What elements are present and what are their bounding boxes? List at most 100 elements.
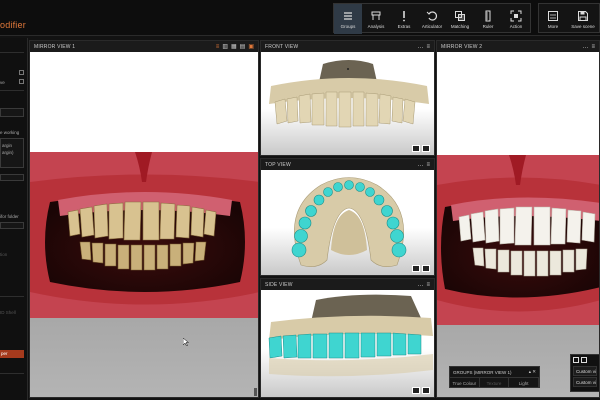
layout-icon[interactable]: ▥ <box>222 44 228 50</box>
sidebar-list-item[interactable]: argin) <box>2 150 14 155</box>
groups-button[interactable]: Groups <box>334 4 362 34</box>
top-view-panel[interactable]: TOP VIEW … ≡ <box>260 158 435 276</box>
panel-title: TOP VIEW <box>265 161 291 168</box>
sidebar-label: tion <box>0 252 8 257</box>
view-toggle-group <box>412 387 430 394</box>
sidebar-checkbox[interactable] <box>19 79 24 84</box>
layout-icon[interactable]: ▦ <box>231 44 237 50</box>
view-toggle-group <box>412 265 430 272</box>
view-toggle[interactable] <box>581 357 587 363</box>
sidebar-list[interactable]: argin argin) <box>0 138 24 168</box>
panel-header-icons: ≡ ▥ ▦ ▤ ▣ <box>216 44 254 50</box>
panel-title: FRONT VIEW <box>265 43 299 50</box>
light-button[interactable]: Light <box>509 377 540 388</box>
texture-button[interactable]: Texture <box>479 377 510 388</box>
groups-popup-title: GROUPS (MIRROR VIEW 1) <box>453 369 512 375</box>
view-toggle[interactable] <box>412 265 420 272</box>
close-icon[interactable]: ✕ <box>532 369 536 374</box>
analysis-button[interactable]: Analysis <box>362 4 390 34</box>
groups-popup-buttons: True Colour Texture Light <box>450 377 540 388</box>
intraoral-photo-natural <box>30 152 258 318</box>
front-view-viewport[interactable] <box>261 52 434 155</box>
view-toggle[interactable] <box>422 265 430 272</box>
more-icon[interactable]: … <box>582 44 588 50</box>
panel-scrollbar[interactable] <box>254 388 257 396</box>
hamburger-icon[interactable]: ≡ <box>426 44 430 50</box>
articulator-button[interactable]: Articulator <box>418 4 446 34</box>
action-icon <box>510 10 522 21</box>
side-view-panel[interactable]: SIDE VIEW … ≡ <box>260 278 435 398</box>
side-view-viewport[interactable] <box>261 290 434 397</box>
mirror-view-2-panel[interactable]: MIRROR VIEW 2 … ≡ <box>436 40 600 398</box>
more-button[interactable]: More <box>539 4 567 34</box>
viewport-floor <box>30 318 258 397</box>
mirror-view-1-viewport[interactable] <box>30 52 258 397</box>
main-tools-group: Groups Analysis Extras Articulator Match… <box>333 3 531 34</box>
left-sidebar: ve e working argin argin) ifor folder ti… <box>0 38 28 400</box>
sidebar-input[interactable] <box>0 222 24 229</box>
custom-view-button[interactable]: Custom view <box>573 377 597 387</box>
mirror-view-2-viewport[interactable] <box>437 52 599 397</box>
groups-popup-header: GROUPS (MIRROR VIEW 1) ▴ ✕ <box>450 367 539 377</box>
sidebar-divider <box>0 373 24 374</box>
sidebar-label: ID Shell <box>0 310 16 315</box>
more-icon[interactable]: … <box>417 162 423 168</box>
true-colour-button[interactable]: True Colour <box>450 377 480 388</box>
grid-icon[interactable]: ▤ <box>240 44 246 50</box>
panel-header-icons: … ≡ <box>582 44 595 50</box>
ruler-button[interactable]: Ruler <box>474 4 502 34</box>
view-toggle[interactable] <box>412 145 420 152</box>
close-icon[interactable]: ▣ <box>248 44 254 50</box>
sidebar-input[interactable] <box>0 108 24 117</box>
hamburger-icon[interactable]: ≡ <box>426 162 430 168</box>
view-toggle[interactable] <box>422 145 430 152</box>
view-toggle[interactable] <box>422 387 430 394</box>
panel-header-icons: … ≡ <box>417 44 430 50</box>
sidebar-divider <box>0 90 24 91</box>
panel-header-icons: … ≡ <box>417 282 430 288</box>
sidebar-action-button[interactable]: per <box>0 350 24 358</box>
hamburger-icon[interactable]: ≡ <box>426 282 430 288</box>
top-view-viewport[interactable] <box>261 170 434 275</box>
mirror-view-1-panel[interactable]: MIRROR VIEW 1 ≡ ▥ ▦ ▤ ▣ <box>29 40 259 398</box>
extras-button[interactable]: Extras <box>390 4 418 34</box>
viewport-background <box>30 52 258 152</box>
save-scene-button[interactable]: Save scene <box>567 4 599 34</box>
panel-header: FRONT VIEW … ≡ <box>261 41 434 52</box>
sidebar-checkbox[interactable] <box>19 70 24 75</box>
panel-header-icons: … ≡ <box>417 162 430 168</box>
view-toggle[interactable] <box>573 357 579 363</box>
more-icon[interactable]: … <box>417 282 423 288</box>
custom-views-panel: Custom view Custom view <box>570 354 600 392</box>
sidebar-label: ifor folder <box>0 214 19 219</box>
sidebar-divider <box>0 296 24 297</box>
front-view-panel[interactable]: FRONT VIEW … ≡ <box>260 40 435 156</box>
ruler-icon <box>485 10 491 21</box>
matching-button[interactable]: Matching <box>446 4 474 34</box>
custom-view-button[interactable]: Custom view <box>573 366 597 376</box>
matching-icon <box>455 10 465 21</box>
collapse-icon[interactable]: ▴ <box>529 369 531 374</box>
panel-header: MIRROR VIEW 2 … ≡ <box>437 41 599 52</box>
side-scan-model <box>268 294 433 377</box>
hamburger-icon[interactable]: ≡ <box>216 44 220 50</box>
sidebar-label: e working <box>0 130 20 135</box>
more-icon[interactable]: … <box>417 44 423 50</box>
top-toolbar: odifier Groups Analysis Extras Articulat… <box>0 0 600 36</box>
save-icon <box>578 10 588 21</box>
panel-title: MIRROR VIEW 1 <box>34 43 76 50</box>
exclamation-icon <box>403 10 405 21</box>
more-icon <box>548 10 558 21</box>
view-toggle[interactable] <box>412 387 420 394</box>
hamburger-icon[interactable]: ≡ <box>591 44 595 50</box>
groups-popup: GROUPS (MIRROR VIEW 1) ▴ ✕ True Colour T… <box>449 366 540 388</box>
action-button[interactable]: Action <box>502 4 530 34</box>
sidebar-input[interactable] <box>0 174 24 181</box>
popup-controls: ▴ ✕ <box>529 369 536 375</box>
sidebar-divider <box>0 52 24 53</box>
hamburger-icon <box>344 11 352 20</box>
panel-header: SIDE VIEW … ≡ <box>261 279 434 290</box>
occlusal-scan-model <box>291 177 407 267</box>
intraoral-photo-simulated <box>437 155 599 325</box>
sidebar-list-item[interactable]: argin <box>2 143 12 148</box>
